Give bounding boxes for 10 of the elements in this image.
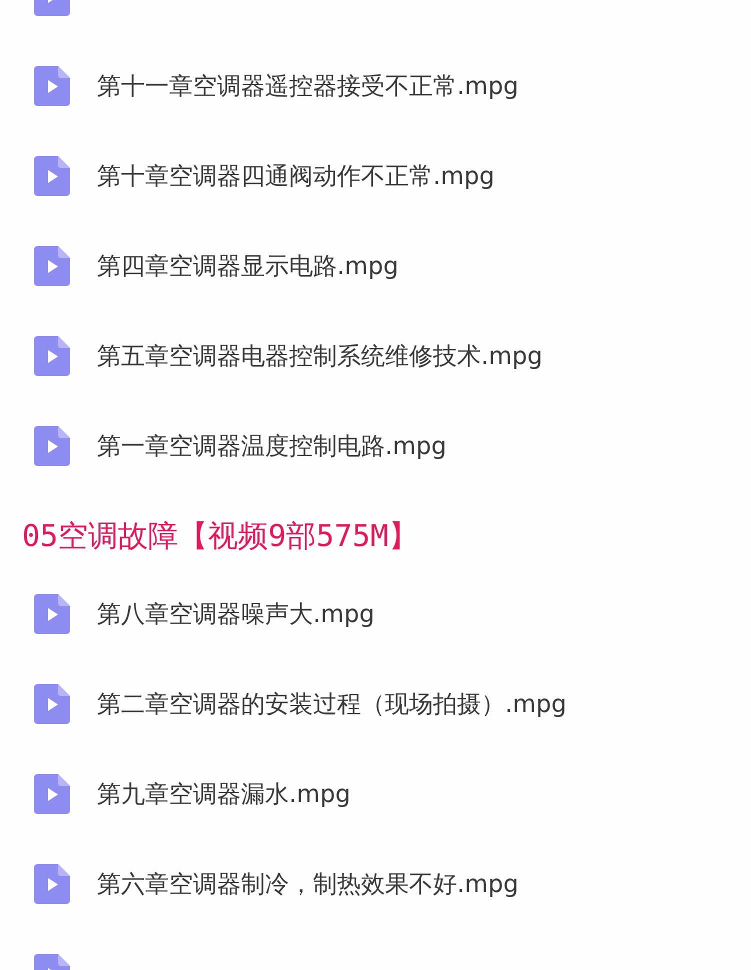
file-name[interactable]: 第一章空调器温度控制电路.mpg — [97, 430, 446, 462]
file-name[interactable]: 第九章空调器漏水.mpg — [97, 778, 350, 810]
file-name[interactable]: 第十一章空调器遥控器接受不正常.mpg — [97, 70, 518, 102]
section-heading: 05空调故障【视频9部575M】 — [21, 518, 420, 556]
file-name[interactable]: 第二章空调器的安装过程（现场拍摄）.mpg — [97, 688, 566, 720]
file-name[interactable]: 第四章空调器显示电路.mpg — [97, 250, 398, 282]
file-name[interactable]: 第八章空调器噪声大.mpg — [97, 598, 374, 630]
file-name[interactable]: 第六章空调器制冷，制热效果不好.mpg — [97, 868, 518, 900]
file-name[interactable]: 第十章空调器四通阀动作不正常.mpg — [97, 160, 494, 192]
file-name[interactable]: 第五章空调器电器控制系统维修技术.mpg — [97, 340, 542, 372]
